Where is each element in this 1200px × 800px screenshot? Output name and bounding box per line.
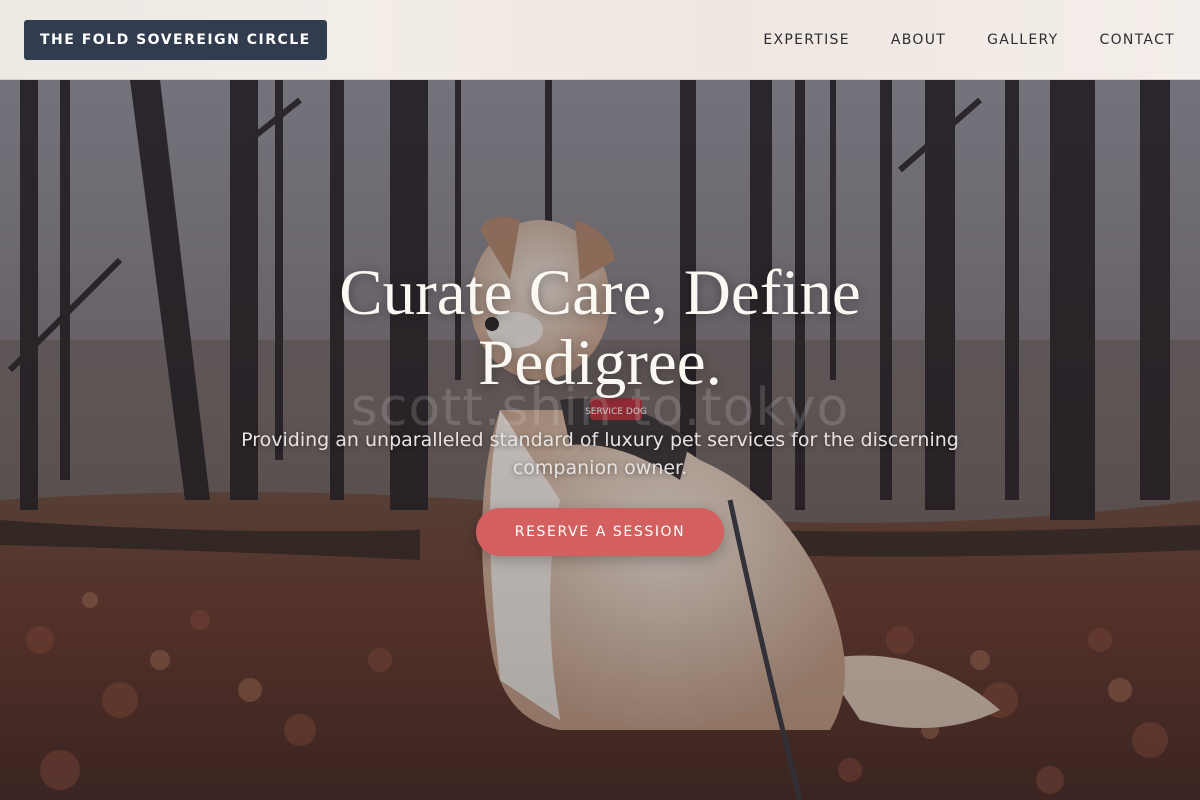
site-header: THE FOLD SOVEREIGN CIRCLE EXPERTISE ABOU… [0,0,1200,80]
hero-content: Curate Care, Define Pedigree. scott.shin… [0,80,1200,800]
hero-subtitle: Providing an unparalleled standard of lu… [241,429,959,479]
nav-item-contact[interactable]: CONTACT [1100,32,1176,48]
nav-item-expertise[interactable]: EXPERTISE [763,32,850,48]
hero-section: SERVICE DOG Curate Care, Define Pedigree… [0,80,1200,800]
main-nav: EXPERTISE ABOUT GALLERY CONTACT [722,32,1175,48]
brand-logo[interactable]: THE FOLD SOVEREIGN CIRCLE [24,19,327,60]
hero-headline: Curate Care, Define Pedigree. [339,257,861,399]
nav-item-about[interactable]: ABOUT [891,32,946,48]
nav-item-gallery[interactable]: GALLERY [987,32,1058,48]
reserve-session-button[interactable]: RESERVE A SESSION [476,508,724,556]
